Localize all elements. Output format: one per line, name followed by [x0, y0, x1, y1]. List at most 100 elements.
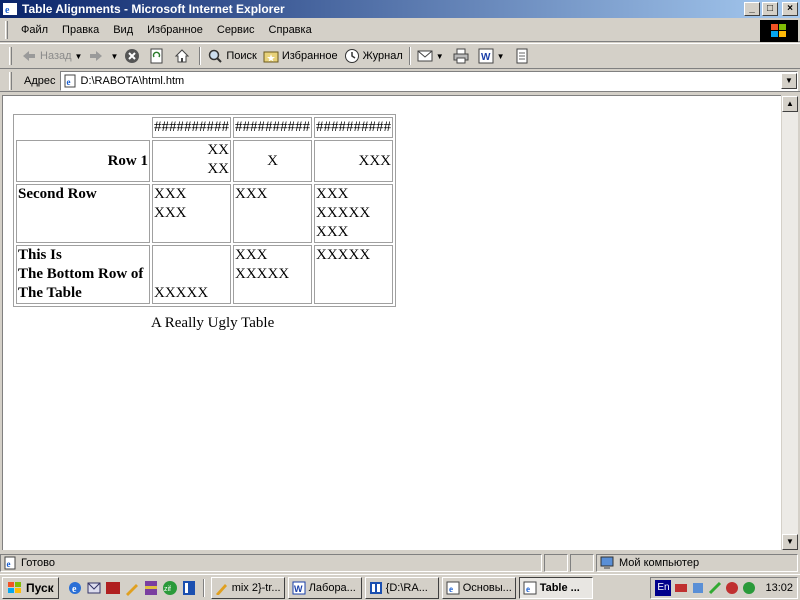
toolbar-separator — [199, 47, 202, 65]
history-button[interactable]: Журнал — [341, 45, 406, 67]
refresh-icon — [149, 48, 165, 64]
zone-text: Мой компьютер — [619, 557, 700, 569]
outlook-quicklaunch-icon[interactable] — [86, 580, 102, 596]
book-quicklaunch-icon[interactable] — [181, 580, 197, 596]
antivirus-icon[interactable] — [725, 581, 739, 595]
notepad-icon — [514, 48, 530, 64]
address-input[interactable]: e D:\RABOTA\html.htm ▼ — [59, 70, 798, 91]
svg-text:e: e — [7, 559, 11, 569]
mail-icon — [417, 48, 433, 64]
task-label: mix 2}-tr... — [231, 581, 281, 594]
menu-tools[interactable]: Сервис — [210, 24, 262, 36]
commander-icon — [369, 581, 383, 595]
header-cell: ########## — [314, 117, 393, 138]
menu-file[interactable]: Файл — [14, 24, 55, 36]
keyboard-icon[interactable] — [674, 581, 688, 595]
svg-text:e: e — [66, 77, 70, 87]
ie-quicklaunch-icon[interactable]: e — [67, 580, 83, 596]
app-quicklaunch-icon[interactable] — [105, 580, 121, 596]
svg-text:e: e — [449, 584, 453, 594]
task-label: {D:\RA... — [385, 581, 428, 594]
tools-icon[interactable] — [708, 581, 722, 595]
table-cell: X — [233, 140, 312, 182]
table-row: Second Row XXX XXX XXX XXX XXXXX XXX — [16, 184, 393, 243]
address-dropdown-icon[interactable]: ▼ — [781, 72, 797, 89]
cell-line: XX — [207, 142, 229, 158]
menu-favorites[interactable]: Избранное — [140, 24, 210, 36]
status-zone-panel: Мой компьютер — [596, 554, 798, 572]
toolbar-grip — [9, 47, 12, 65]
cell-line: The Table — [18, 285, 82, 301]
clock: 13:02 — [765, 581, 793, 594]
history-label: Журнал — [362, 50, 403, 62]
page-content: ########## ########## ########## Row 1 X… — [2, 95, 781, 550]
search-icon — [207, 48, 223, 64]
taskbar-item[interactable]: e Основы... — [441, 576, 516, 599]
row-header-cell: Second Row — [16, 184, 150, 243]
back-dropdown-icon[interactable]: ▼ — [75, 52, 83, 61]
back-label: Назад — [40, 50, 72, 62]
history-icon — [344, 48, 360, 64]
search-button[interactable]: Поиск — [204, 45, 259, 67]
maximize-button[interactable]: □ — [762, 2, 778, 16]
ugly-table: ########## ########## ########## Row 1 X… — [13, 114, 396, 307]
menu-grip — [5, 21, 8, 39]
standard-toolbar: Назад ▼ ▼ Поиск Избранное Журнал ▼ W ▼ — [0, 43, 800, 69]
taskbar-item[interactable]: mix 2}-tr... — [210, 576, 285, 599]
menu-view[interactable]: Вид — [106, 24, 140, 36]
row-header-cell: Row 1 — [16, 140, 150, 182]
address-url: D:\RABOTA\html.htm — [80, 74, 185, 87]
pen-quicklaunch-icon[interactable] — [124, 580, 140, 596]
language-indicator[interactable]: En — [655, 579, 672, 596]
pen-icon — [215, 581, 229, 596]
table-cell: XXX — [314, 140, 393, 182]
zip-quicklaunch-icon[interactable]: zif — [162, 580, 178, 596]
close-button[interactable]: × — [782, 2, 798, 16]
forward-dropdown-icon[interactable]: ▼ — [110, 52, 118, 61]
scroll-up-button[interactable]: ▲ — [782, 96, 798, 112]
ie-icon: e — [446, 581, 460, 595]
mail-button[interactable]: ▼ — [414, 45, 450, 67]
table-cell-empty — [16, 117, 150, 138]
edit-word-button[interactable]: W ▼ — [475, 45, 511, 67]
home-icon — [174, 48, 190, 64]
cell-line: XXX — [154, 186, 187, 202]
forward-button[interactable] — [85, 45, 110, 67]
system-tray: En 13:02 — [650, 576, 798, 599]
back-button[interactable]: Назад — [18, 45, 75, 67]
table-cell: XXXXX — [314, 245, 393, 304]
taskbar-item[interactable]: W Лабора... — [287, 576, 362, 599]
discuss-button[interactable] — [511, 45, 536, 67]
print-button[interactable] — [450, 45, 475, 67]
scroll-down-button[interactable]: ▼ — [782, 534, 798, 550]
task-label: Table ... — [539, 581, 580, 594]
header-cell: ########## — [152, 117, 231, 138]
svg-text:zif: zif — [164, 586, 171, 593]
search-label: Поиск — [226, 50, 257, 62]
refresh-button[interactable] — [146, 45, 171, 67]
table-cell: XXX XXXXX — [233, 245, 312, 304]
stop-icon — [124, 48, 140, 64]
edit-dropdown-icon: ▼ — [496, 51, 505, 61]
table-caption: A Really Ugly Table — [151, 315, 275, 331]
status-text: Готово — [21, 557, 55, 569]
vertical-scrollbar[interactable]: ▲ ▼ — [782, 96, 798, 550]
rar-quicklaunch-icon[interactable] — [143, 580, 159, 596]
menu-edit[interactable]: Правка — [55, 24, 106, 36]
forward-arrow-icon — [88, 48, 104, 64]
my-computer-icon — [599, 556, 615, 570]
cell-line: XXXXX — [235, 266, 290, 282]
stop-button[interactable] — [121, 45, 146, 67]
svg-text:e: e — [526, 584, 530, 594]
status-bar: e Готово Мой компьютер — [0, 553, 800, 573]
menu-help[interactable]: Справка — [262, 24, 319, 36]
taskbar-separator — [202, 578, 205, 597]
favorites-button[interactable]: Избранное — [260, 45, 341, 67]
minimize-button[interactable]: _ — [744, 2, 760, 16]
taskbar-item[interactable]: {D:\RA... — [364, 576, 439, 599]
zip-tray-icon[interactable] — [742, 581, 756, 595]
start-button[interactable]: Пуск — [2, 576, 59, 599]
network-icon[interactable] — [691, 581, 705, 595]
taskbar-item-active[interactable]: e Table ... — [518, 576, 593, 599]
home-button[interactable] — [171, 45, 196, 67]
